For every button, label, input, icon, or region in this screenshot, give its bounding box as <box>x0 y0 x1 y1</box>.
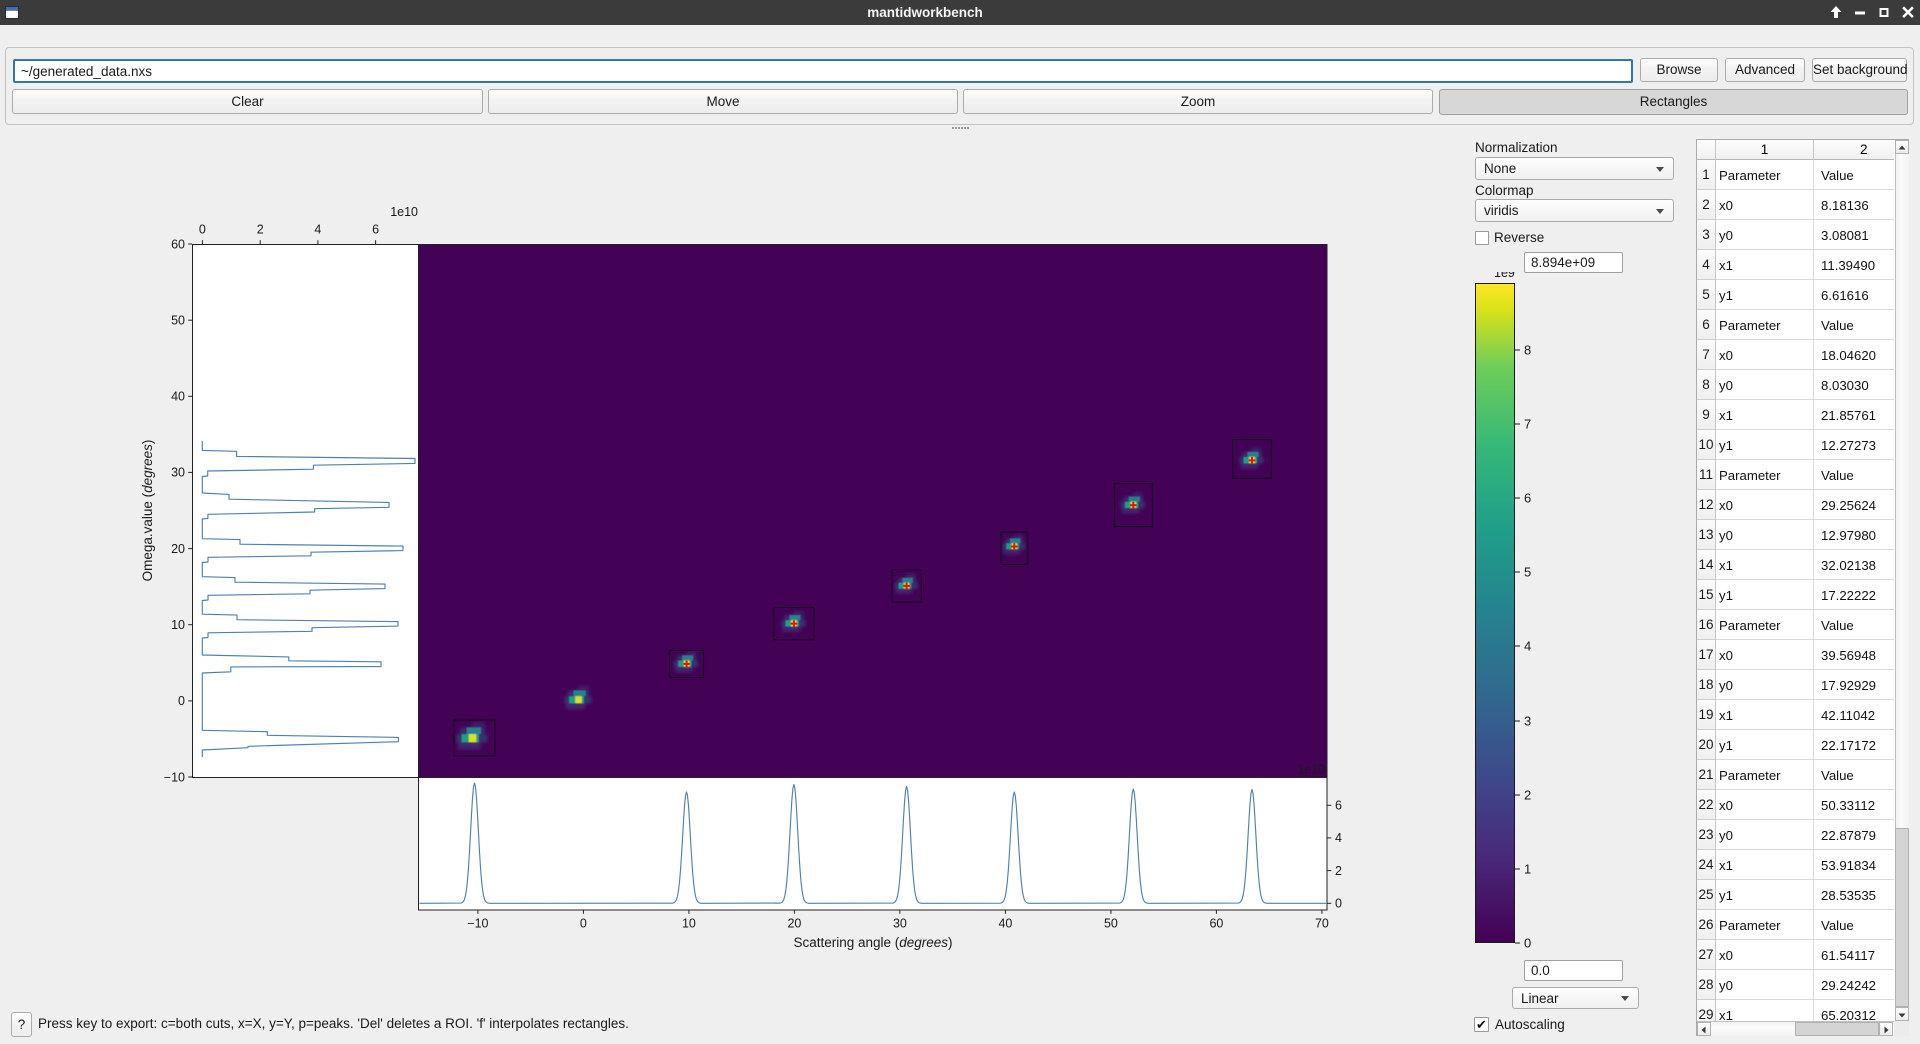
svg-text:70: 70 <box>1315 917 1329 931</box>
svg-text:8: 8 <box>1524 343 1531 358</box>
svg-text:2: 2 <box>1524 788 1531 803</box>
svg-text:10: 10 <box>171 618 185 632</box>
svg-text:Omega.value (degrees): Omega.value (degrees) <box>140 440 155 582</box>
svg-text:20: 20 <box>171 542 185 556</box>
svg-text:40: 40 <box>171 390 185 404</box>
svg-text:2: 2 <box>1335 864 1342 878</box>
svg-text:−10: −10 <box>164 770 185 784</box>
svg-text:60: 60 <box>171 237 185 251</box>
svg-text:−10: −10 <box>467 917 488 931</box>
svg-text:6: 6 <box>1335 799 1342 813</box>
svg-text:6: 6 <box>372 223 379 237</box>
svg-text:1e10: 1e10 <box>390 205 418 219</box>
svg-text:5: 5 <box>1524 565 1531 580</box>
svg-text:1e10: 1e10 <box>1297 763 1325 777</box>
svg-text:3: 3 <box>1524 714 1531 729</box>
svg-text:6: 6 <box>1524 491 1531 506</box>
svg-text:2: 2 <box>257 223 264 237</box>
svg-text:40: 40 <box>998 917 1012 931</box>
svg-text:0: 0 <box>1524 936 1531 951</box>
svg-text:10: 10 <box>682 917 696 931</box>
svg-text:4: 4 <box>314 223 321 237</box>
svg-text:0: 0 <box>1335 897 1342 911</box>
svg-text:50: 50 <box>1104 917 1118 931</box>
svg-text:4: 4 <box>1524 639 1531 654</box>
svg-text:7: 7 <box>1524 417 1531 432</box>
svg-text:0: 0 <box>178 694 185 708</box>
svg-text:4: 4 <box>1335 831 1342 845</box>
svg-text:0: 0 <box>199 223 206 237</box>
svg-text:0: 0 <box>580 917 587 931</box>
svg-text:30: 30 <box>893 917 907 931</box>
svg-text:30: 30 <box>171 466 185 480</box>
svg-text:50: 50 <box>171 314 185 328</box>
svg-text:1: 1 <box>1524 862 1531 877</box>
svg-text:60: 60 <box>1209 917 1223 931</box>
svg-text:Scattering angle (degrees): Scattering angle (degrees) <box>793 935 952 950</box>
svg-text:20: 20 <box>787 917 801 931</box>
